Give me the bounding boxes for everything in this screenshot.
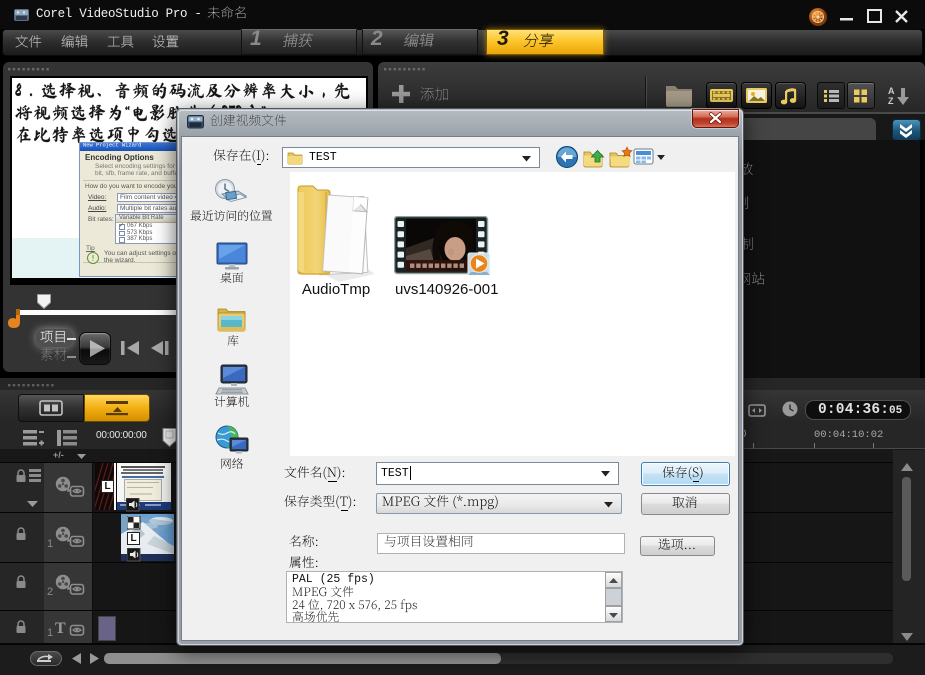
svg-text:T: T [55, 620, 66, 637]
svg-text:Z: Z [888, 96, 894, 106]
svg-text:1: 1 [47, 627, 53, 639]
svg-text:!: ! [92, 254, 94, 263]
svg-text:A: A [888, 86, 895, 96]
svg-text:1: 1 [47, 538, 53, 550]
svg-text:2: 2 [47, 586, 53, 598]
